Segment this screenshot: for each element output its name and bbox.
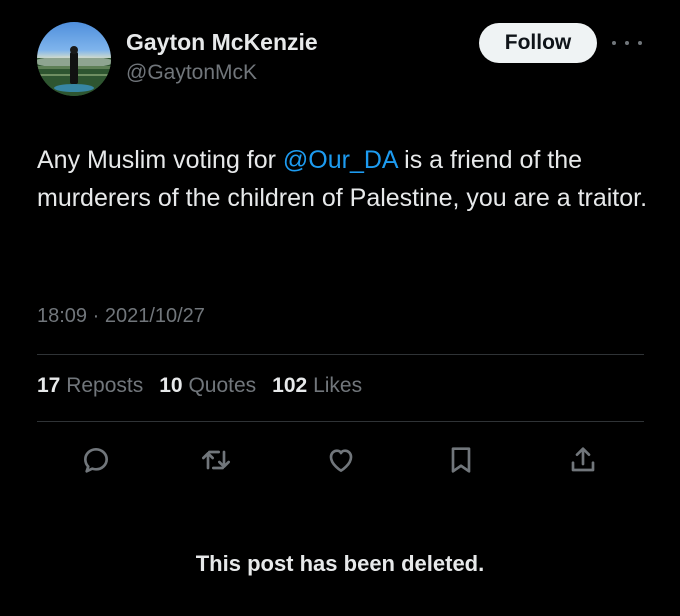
repost-button[interactable] — [196, 440, 236, 480]
avatar[interactable] — [37, 22, 111, 96]
likes-count: 102 — [272, 374, 308, 397]
author-handle[interactable]: @GaytonMcK — [126, 61, 257, 85]
share-button[interactable] — [563, 440, 603, 480]
quotes-label: Quotes — [188, 374, 257, 397]
follow-button[interactable]: Follow — [479, 23, 597, 63]
more-options-icon[interactable] — [612, 34, 642, 52]
more-dot — [612, 41, 616, 45]
likes-stat[interactable]: 102 Likes — [272, 374, 362, 398]
share-icon — [571, 447, 595, 472]
divider — [37, 421, 644, 422]
tweet-timestamp[interactable]: 18:09 · 2021/10/27 — [37, 305, 205, 328]
profile-photo — [37, 46, 111, 96]
more-dot — [625, 41, 629, 45]
quotes-count: 10 — [159, 374, 183, 397]
author-name[interactable]: Gayton McKenzie — [126, 29, 318, 56]
repost-icon — [202, 450, 230, 470]
mention-link[interactable]: @Our_DA — [283, 146, 397, 174]
reply-button[interactable] — [76, 440, 116, 480]
more-dot — [638, 41, 642, 45]
deleted-notice: This post has been deleted. — [195, 551, 485, 576]
quotes-stat[interactable]: 10 Quotes — [159, 374, 256, 398]
bookmark-button[interactable] — [441, 440, 481, 480]
tweet-text-before: Any Muslim voting for — [37, 146, 283, 174]
reposts-stat[interactable]: 17 Reposts — [37, 374, 143, 398]
reposts-count: 17 — [37, 374, 61, 397]
likes-label: Likes — [313, 374, 363, 397]
like-button[interactable] — [321, 440, 361, 480]
reply-icon — [84, 448, 108, 473]
bookmark-icon — [451, 447, 471, 473]
action-bar — [0, 440, 680, 480]
divider — [37, 354, 644, 355]
tweet-text: Any Muslim voting for @Our_DA is a frien… — [37, 141, 657, 217]
engagement-stats: 17 Reposts 10 Quotes 102 Likes — [37, 374, 362, 398]
reposts-label: Reposts — [66, 374, 144, 397]
like-icon — [329, 449, 353, 472]
